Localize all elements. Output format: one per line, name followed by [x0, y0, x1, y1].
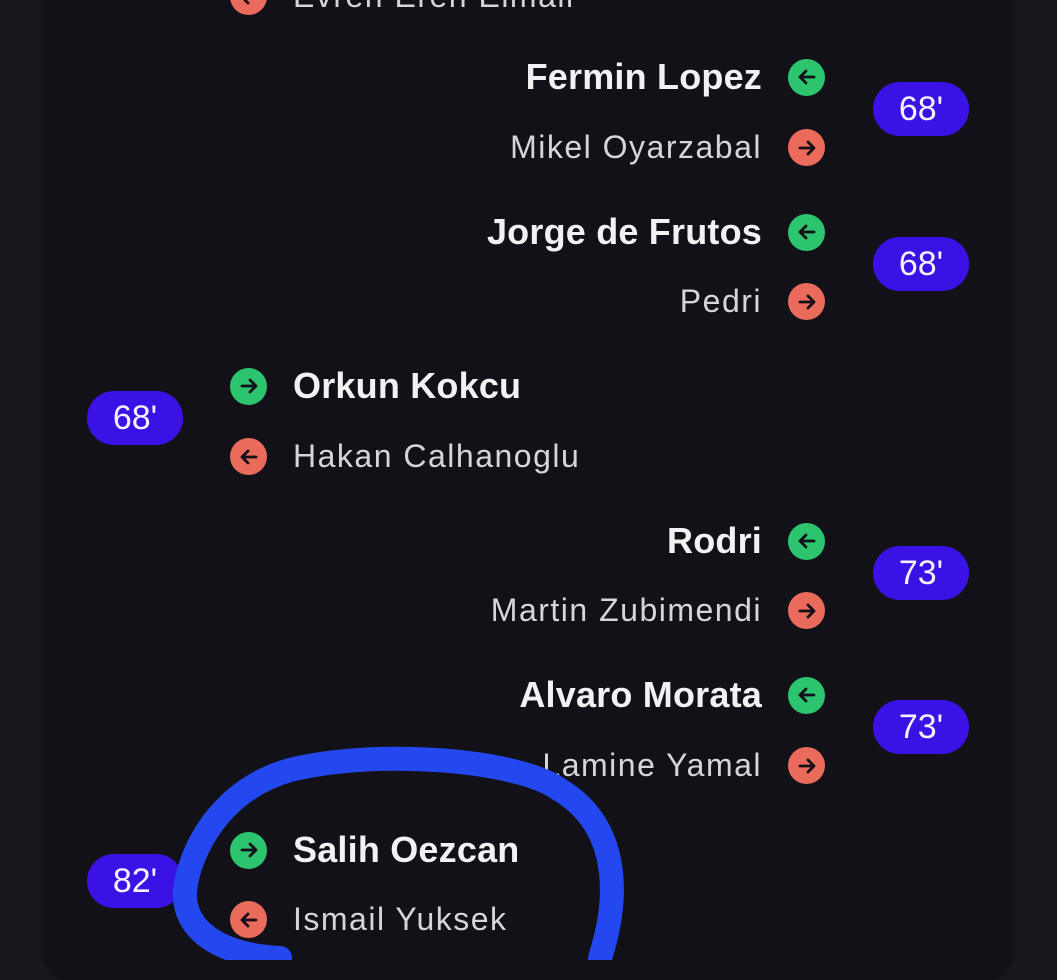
player-in-row: Rodri: [667, 520, 825, 562]
player-in-name: Salih Oezcan: [293, 829, 520, 870]
player-in-name: Alvaro Morata: [519, 674, 762, 715]
player-out-name: Mikel Oyarzabal: [510, 129, 762, 165]
player-in-name: Orkun Kokcu: [293, 365, 522, 406]
player-in-name: Rodri: [667, 520, 762, 561]
arrow-right-icon: [788, 129, 825, 166]
minute-badge: 68': [873, 82, 969, 136]
arrow-left-icon: [788, 676, 825, 714]
player-out-row: Lamine Yamal: [542, 747, 825, 784]
list-item: Evren Eren Elmali: [230, 0, 575, 15]
player-out-row: Ismail Yuksek: [230, 901, 508, 938]
arrow-right-icon: [788, 592, 825, 629]
minute-badge: 73': [873, 546, 969, 600]
arrow-left-icon: [230, 901, 267, 938]
arrow-right-icon: [788, 747, 825, 784]
minute-badge: 82': [87, 854, 183, 908]
player-in-row: Salih Oezcan: [230, 829, 520, 871]
player-out-name: Pedri: [679, 283, 762, 319]
arrow-left-icon: [788, 58, 825, 96]
minute-badge: 73': [873, 700, 969, 754]
player-in-name: Fermin Lopez: [525, 56, 762, 97]
player-out-name: Martin Zubimendi: [490, 592, 762, 628]
player-out-name: Hakan Calhanoglu: [293, 438, 581, 474]
player-out-name: Ismail Yuksek: [293, 901, 508, 937]
arrow-left-icon: [230, 438, 267, 475]
arrow-left-icon: [230, 0, 267, 15]
player-in-row: Orkun Kokcu: [230, 365, 521, 407]
player-in-row: Fermin Lopez: [526, 56, 825, 98]
player-in-name: Jorge de Frutos: [486, 211, 762, 252]
arrow-right-icon: [788, 283, 825, 320]
arrow-right-icon: [230, 831, 267, 869]
player-out-row: Martin Zubimendi: [491, 592, 825, 629]
arrow-left-icon: [788, 213, 825, 251]
player-out-name: Lamine Yamal: [542, 747, 762, 783]
arrow-left-icon: [788, 522, 825, 560]
minute-badge: 68': [87, 391, 183, 445]
player-in-row: Alvaro Morata: [519, 674, 825, 716]
player-in-row: Jorge de Frutos: [487, 211, 825, 253]
player-out-row: Hakan Calhanoglu: [230, 438, 580, 475]
minute-badge: 68': [873, 237, 969, 291]
player-out-name: Evren Eren Elmali: [293, 0, 575, 15]
player-out-row: Mikel Oyarzabal: [510, 129, 825, 166]
player-out-row: Pedri: [680, 283, 825, 320]
arrow-right-icon: [230, 367, 267, 405]
